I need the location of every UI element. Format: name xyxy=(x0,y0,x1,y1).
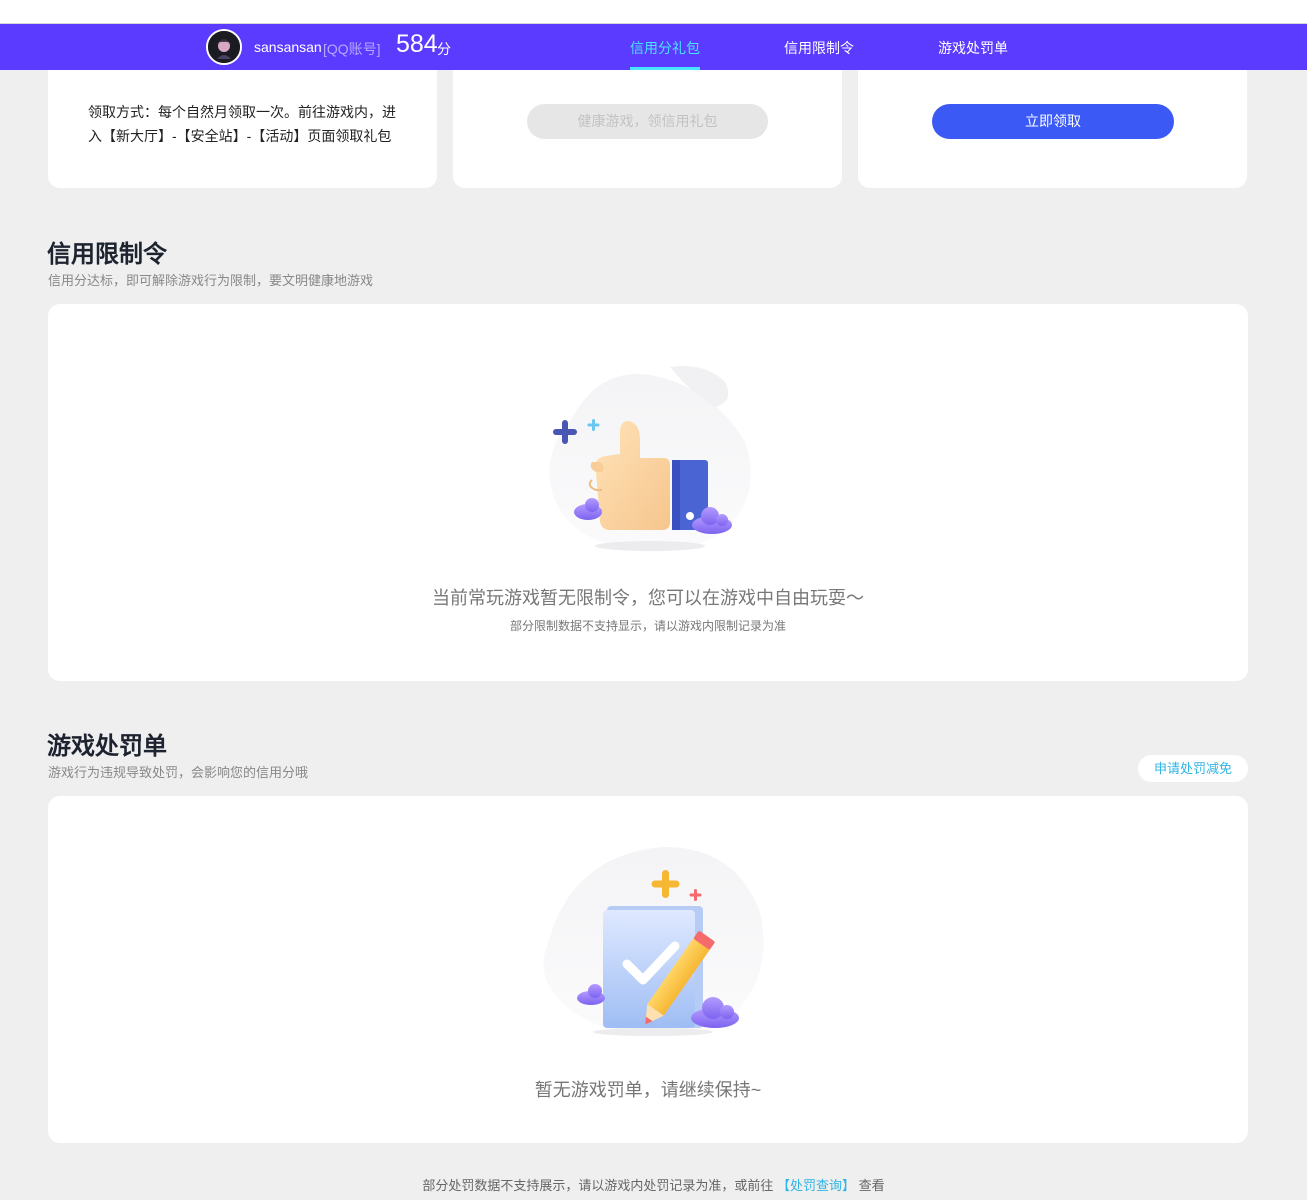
checklist-pencil-icon xyxy=(543,847,764,1036)
account-type-label: [QQ账号] xyxy=(323,41,381,57)
footer-text-before: 部分处罚数据不支持展示，请以游戏内处罚记录为准，或前往 xyxy=(422,1178,774,1193)
tab-credit-restriction[interactable]: 信用限制令 xyxy=(784,38,854,58)
avatar[interactable] xyxy=(206,29,242,65)
restriction-empty-note: 部分限制数据不支持显示，请以游戏内限制记录为准 xyxy=(509,619,786,633)
footer-text-after: 查看 xyxy=(858,1178,885,1193)
credit-score-value: 584 xyxy=(396,30,438,58)
restriction-section-subtitle: 信用分达标，即可解除游戏行为限制，要文明健康地游戏 xyxy=(48,273,374,288)
active-tab-indicator xyxy=(630,67,700,70)
top-navbar: sansansan [QQ账号] 584 分 信用分礼包 信用限制令 游戏处罚单 xyxy=(0,24,1307,70)
restriction-section-title: 信用限制令 xyxy=(47,241,167,268)
apply-penalty-reduction-button[interactable]: 申请处罚减免 xyxy=(1138,755,1248,782)
gift-method-text: 领取方式：每个自然月领取一次。前往游戏内，进入【新大厅】-【安全站】-【活动】页… xyxy=(88,104,396,144)
footer-note: 部分处罚数据不支持展示，请以游戏内处罚记录为准，或前往 【处罚查询】 查看 xyxy=(0,1175,1307,1194)
browser-top-strip xyxy=(0,0,1307,24)
healthy-gift-button-disabled: 健康游戏，领信用礼包 xyxy=(527,104,768,139)
penalty-section-title: 游戏处罚单 xyxy=(47,733,167,760)
penalty-section-subtitle: 游戏行为违规导致处罚，会影响您的信用分哦 xyxy=(48,765,309,780)
credit-score-unit: 分 xyxy=(437,41,451,57)
restriction-empty-message: 当前常玩游戏暂无限制令，您可以在游戏中自由玩耍～ xyxy=(432,588,864,608)
tab-credit-gift[interactable]: 信用分礼包 xyxy=(630,38,700,58)
thumbs-up-icon xyxy=(549,366,751,552)
penalty-empty-message: 暂无游戏罚单，请继续保持~ xyxy=(534,1080,762,1100)
username: sansansan xyxy=(254,39,322,55)
tab-game-penalty[interactable]: 游戏处罚单 xyxy=(938,38,1008,58)
claim-now-button[interactable]: 立即领取 xyxy=(932,104,1174,139)
penalty-query-link[interactable]: 【处罚查询】 xyxy=(777,1178,855,1193)
